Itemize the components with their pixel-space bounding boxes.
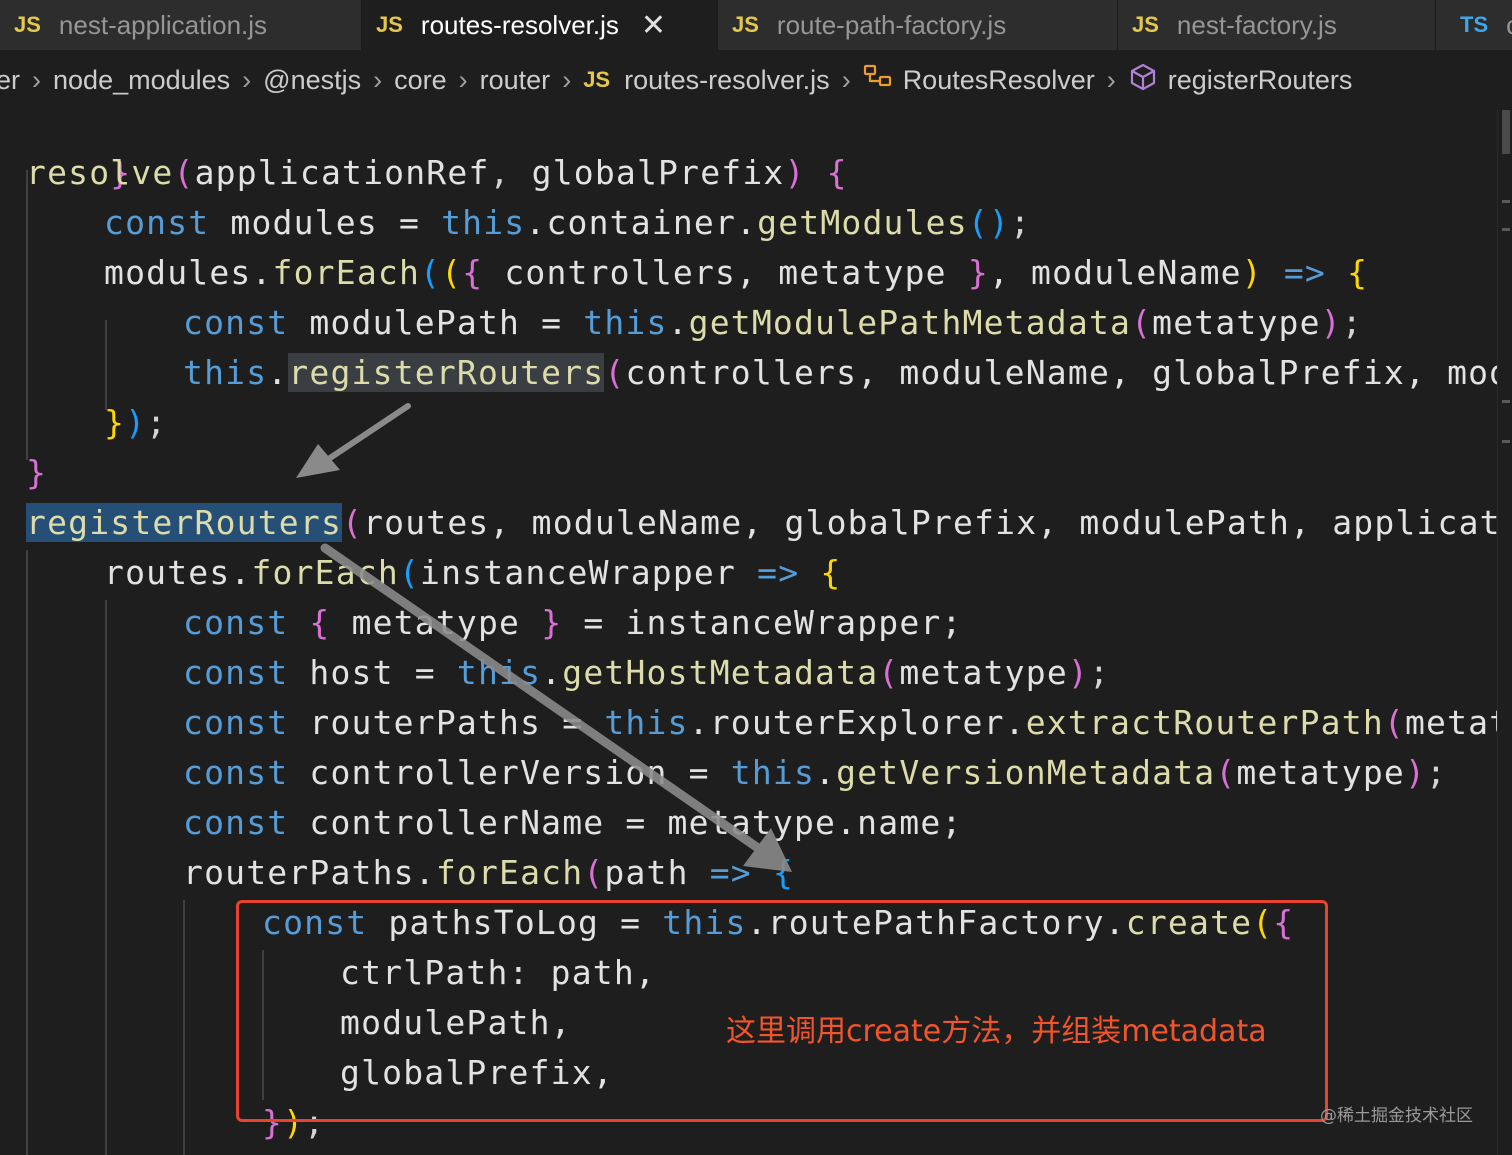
tab-route-path-factory[interactable]: JS route-path-factory.js	[718, 0, 1118, 50]
chevron-right-icon: ›	[458, 64, 468, 95]
editor-tab-bar: JS nest-application.js JS routes-resolve…	[0, 0, 1512, 50]
code-line: const controllerVersion = this.getVersio…	[183, 753, 1448, 792]
chevron-right-icon: ›	[242, 64, 252, 95]
tab-label: routes-resolver.js	[420, 9, 619, 40]
code-line: resolve(applicationRef, globalPrefix) {	[26, 153, 848, 192]
code-line: const modulePath = this.getModulePathMet…	[183, 303, 1363, 342]
code-line: const pathsToLog = this.routePathFactory…	[262, 903, 1295, 942]
javascript-file-icon: JS	[583, 67, 611, 92]
breadcrumb-item[interactable]: router	[480, 65, 551, 96]
tab-typescript-file[interactable]: TS c	[1436, 0, 1512, 50]
code-editor[interactable]: } resolve(applicationRef, globalPrefix) …	[0, 110, 1498, 1155]
tab-label: c	[1506, 10, 1512, 41]
javascript-file-icon: JS	[1132, 12, 1159, 37]
code-line: routerPaths.forEach(path => {	[183, 853, 795, 892]
javascript-file-icon: JS	[732, 12, 759, 37]
selected-text: registerRouters	[288, 353, 605, 392]
chevron-right-icon: ›	[373, 64, 383, 95]
indent-guide	[105, 320, 107, 410]
indent-guide	[105, 600, 107, 1155]
breadcrumb-item[interactable]: er	[0, 65, 20, 96]
tab-routes-resolver[interactable]: JS routes-resolver.js ✕	[362, 0, 718, 50]
tab-label: nest-factory.js	[1176, 9, 1337, 40]
close-icon[interactable]: ✕	[641, 8, 666, 43]
scrollbar-thumb[interactable]	[1502, 110, 1510, 154]
code-line: }	[26, 453, 48, 492]
chevron-right-icon: ›	[841, 64, 851, 95]
scroll-marker	[1502, 400, 1510, 403]
breadcrumb: er › node_modules › @nestjs › core › rou…	[0, 50, 1512, 110]
chevron-right-icon: ›	[1106, 64, 1116, 95]
tab-label: route-path-factory.js	[776, 9, 1007, 40]
code-line: this.registerRouters(controllers, module…	[183, 353, 1498, 392]
tab-label: nest-application.js	[58, 9, 268, 40]
breadcrumb-class[interactable]: RoutesResolver	[903, 65, 1095, 96]
code-line: ctrlPath: path,	[340, 953, 657, 992]
indent-guide	[183, 900, 185, 1155]
code-line: modules.forEach(({ controllers, metatype…	[104, 253, 1369, 292]
code-line: }	[110, 153, 132, 192]
code-line: const controllerName = metatype.name;	[183, 803, 963, 842]
breadcrumb-item[interactable]: core	[394, 65, 447, 96]
scroll-marker	[1502, 228, 1510, 231]
indent-guide	[26, 550, 28, 1155]
breadcrumb-item[interactable]: node_modules	[53, 65, 230, 96]
highlighted-word: registerRouters	[26, 503, 343, 542]
chevron-right-icon: ›	[32, 64, 42, 95]
scroll-marker	[1502, 440, 1510, 443]
code-line: });	[262, 1103, 326, 1142]
code-line: routes.forEach(instanceWrapper => {	[104, 553, 842, 592]
code-line: });	[104, 403, 168, 442]
symbol-class-icon	[863, 63, 893, 98]
javascript-file-icon: JS	[14, 12, 41, 37]
chevron-right-icon: ›	[562, 64, 572, 95]
code-line: const { metatype } = instanceWrapper;	[183, 603, 963, 642]
indent-guide	[262, 950, 264, 1100]
vertical-scrollbar[interactable]	[1497, 110, 1512, 1155]
code-line: registerRouters(routes, moduleName, glob…	[26, 503, 1498, 542]
scroll-marker	[1502, 200, 1510, 203]
code-line: const modules = this.container.getModule…	[104, 203, 1032, 242]
typescript-file-icon: TS	[1460, 12, 1489, 37]
code-line: modulePath,	[340, 1003, 572, 1042]
symbol-method-icon	[1128, 62, 1158, 99]
code-line: const routerPaths = this.routerExplorer.…	[183, 703, 1498, 742]
breadcrumb-file[interactable]: routes-resolver.js	[624, 65, 830, 96]
breadcrumb-item[interactable]: @nestjs	[263, 65, 361, 96]
tab-nest-factory[interactable]: JS nest-factory.js	[1118, 0, 1436, 50]
code-line: const host = this.getHostMetadata(metaty…	[183, 653, 1111, 692]
code-line: globalPrefix,	[340, 1053, 614, 1092]
breadcrumb-method[interactable]: registerRouters	[1168, 65, 1353, 96]
tab-nest-application[interactable]: JS nest-application.js	[0, 0, 362, 50]
javascript-file-icon: JS	[376, 12, 403, 37]
